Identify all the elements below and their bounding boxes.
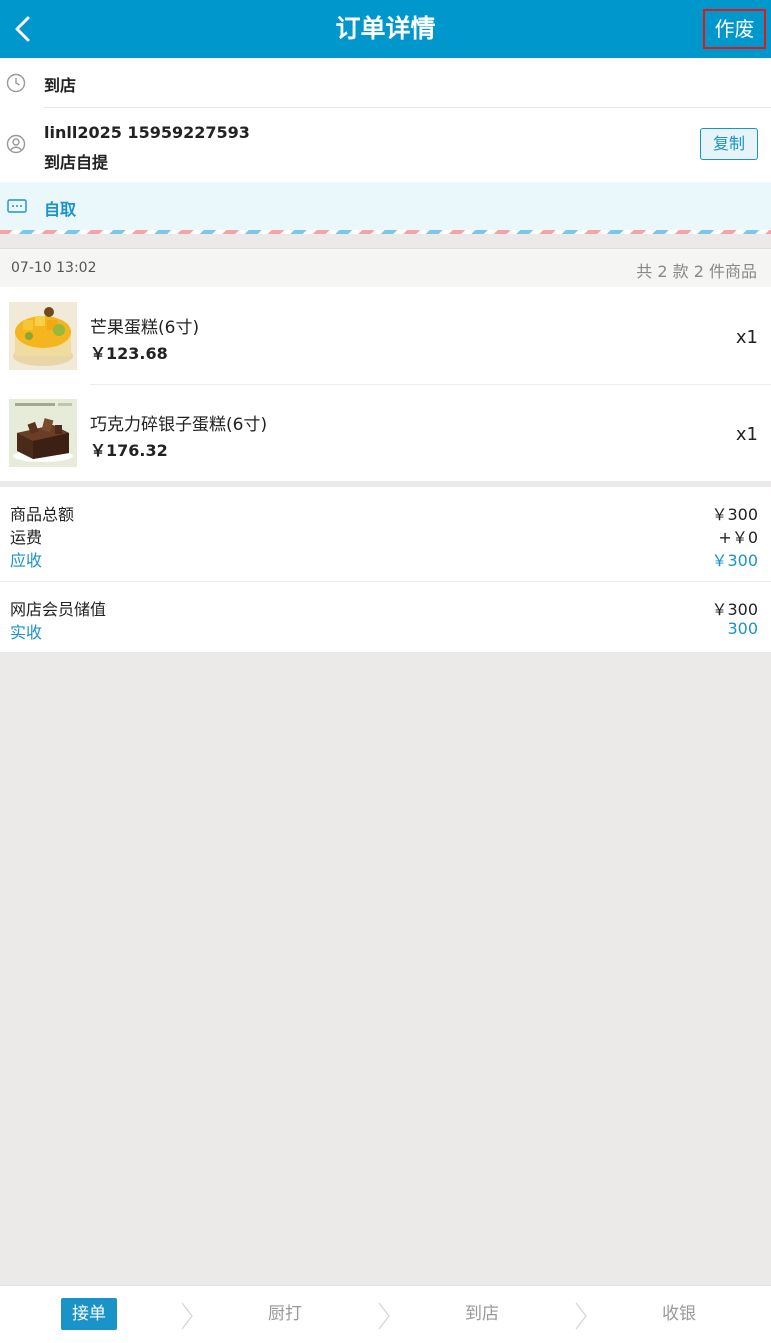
item-count: 共 2 款 2 件商品: [636, 262, 757, 281]
payment-section: 网店会员储值 ￥300 实收 300: [0, 582, 771, 652]
item-price: ￥176.32: [90, 441, 168, 460]
shipping-row: 运费 +￥0: [10, 524, 758, 547]
step-kitchen-print[interactable]: 厨打: [196, 1286, 374, 1343]
payment-method-row: 网店会员储值 ￥300: [10, 596, 758, 619]
customer-info: 到店 linll2025 15959227593 到店自提 复制: [0, 58, 771, 182]
order-type: 到店: [44, 76, 77, 95]
order-time: 07-10 13:02: [11, 260, 97, 276]
item-price: ￥123.68: [90, 344, 168, 363]
order-progress-bar: 接单 厨打 到店 收银: [0, 1285, 771, 1343]
page-title: 订单详情: [335, 14, 436, 43]
item-list: 芒果蛋糕(6寸) ￥123.68 x1 巧克力碎银子蛋糕(6寸) ￥176.32…: [0, 287, 771, 481]
receivable-row: 应收 ￥300: [10, 547, 758, 570]
receivable-value: ￥300: [711, 551, 758, 570]
item-quantity: x1: [735, 424, 758, 445]
list-item[interactable]: 巧克力碎银子蛋糕(6寸) ￥176.32 x1: [0, 384, 771, 481]
receivable-label: 应收: [10, 551, 43, 570]
chevron-right-icon: [575, 1302, 587, 1330]
delivery-method: 到店自提: [44, 153, 109, 172]
step-arrive[interactable]: 到店: [393, 1286, 571, 1343]
subtotal-value: ￥300: [711, 505, 758, 524]
totals-section: 商品总额 ￥300 运费 +￥0 应收 ￥300: [0, 487, 771, 581]
customer-name-phone: linll2025 15959227593: [44, 123, 250, 142]
order-summary-header: 07-10 13:02 共 2 款 2 件商品: [0, 248, 771, 288]
subtotal-label: 商品总额: [10, 505, 75, 524]
item-name: 巧克力碎银子蛋糕(6寸): [90, 415, 268, 435]
pickup-label: 自取: [44, 200, 77, 219]
header-bar: 订单详情 作废: [0, 0, 771, 58]
pickup-row: 自取: [0, 182, 771, 230]
divider: [44, 107, 771, 108]
chevron-right-icon: [181, 1302, 193, 1330]
received-row: 实收 300: [10, 619, 758, 642]
message-icon: [7, 199, 27, 213]
payment-method-label: 网店会员储值: [10, 600, 107, 619]
payment-method-value: ￥300: [711, 600, 758, 619]
shipping-label: 运费: [10, 528, 43, 547]
step-label: 接单: [61, 1298, 117, 1330]
received-label: 实收: [10, 623, 43, 642]
received-value: 300: [727, 619, 758, 638]
clock-icon: [6, 73, 26, 93]
shipping-value: +￥0: [718, 528, 758, 547]
chevron-right-icon: [378, 1302, 390, 1330]
user-icon: [6, 134, 26, 154]
airmail-divider: [0, 230, 771, 234]
item-name: 芒果蛋糕(6寸): [90, 318, 200, 338]
step-accept[interactable]: 接单: [0, 1286, 178, 1343]
list-item[interactable]: 芒果蛋糕(6寸) ￥123.68 x1: [0, 287, 771, 385]
item-quantity: x1: [735, 327, 758, 348]
subtotal-row: 商品总额 ￥300: [10, 501, 758, 524]
mango-cake-image: [9, 302, 77, 370]
step-label: 收银: [662, 1304, 696, 1324]
chocolate-cake-image: [9, 399, 77, 467]
step-label: 厨打: [268, 1304, 302, 1324]
step-checkout[interactable]: 收银: [590, 1286, 768, 1343]
void-button[interactable]: 作废: [703, 9, 766, 49]
step-label: 到店: [465, 1304, 499, 1324]
copy-button[interactable]: 复制: [700, 128, 758, 160]
